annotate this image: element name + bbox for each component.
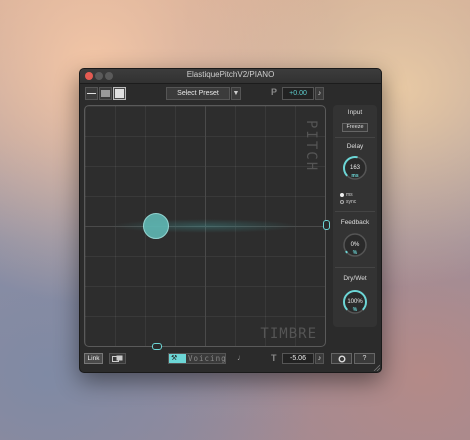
panel-divider [335, 211, 375, 212]
link-toggle-button[interactable] [109, 353, 126, 364]
delay-value: 163 [349, 165, 360, 171]
delay-mode-sync-radio[interactable] [340, 200, 344, 204]
view-large-icon [115, 89, 124, 98]
feedback-unit: % [352, 250, 358, 256]
view-small-icon [87, 93, 96, 94]
pitch-icon: P [271, 87, 278, 97]
view-medium-button[interactable] [99, 87, 112, 100]
delay-mode-sync-label: sync [346, 199, 357, 205]
delay-unit: ms [351, 173, 359, 179]
drywet-unit: % [352, 307, 358, 313]
voicing-tool-icon: ⚒ [171, 355, 178, 362]
title-bar[interactable]: ElastiquePitchV2/PIANO [80, 69, 381, 84]
voicing-slider[interactable]: ⚒ Voicing [168, 353, 226, 364]
delay-mode-sync-option[interactable]: sync [340, 199, 356, 205]
pitch-axis-label: PITCH [303, 120, 319, 173]
bottom-bar: Link ⚒ Voicing ♩ T -5.06 ♪ ? [80, 351, 381, 371]
feedback-value: 0% [350, 242, 360, 248]
toolbar: Select Preset ▼ P +0.00 ♪ [80, 84, 381, 106]
freeze-button[interactable]: Freeze [342, 123, 368, 132]
panel-divider [335, 267, 375, 268]
delay-title: Delay [346, 143, 364, 150]
view-large-button[interactable] [113, 87, 126, 100]
view-small-button[interactable] [85, 87, 98, 100]
feedback-title: Feedback [340, 219, 370, 226]
resize-grip-icon[interactable] [372, 363, 380, 371]
settings-button[interactable] [331, 353, 352, 364]
pad-glow-trail [110, 219, 300, 233]
delay-mode-ms-label: ms [346, 192, 353, 198]
panel-divider [335, 137, 375, 138]
link-icon [112, 355, 123, 362]
drywet-value: 100% [347, 299, 363, 305]
xy-pad[interactable]: PITCH TIMBRE [84, 105, 326, 347]
pitch-value-field[interactable]: +0.00 [282, 87, 314, 100]
timbre-note-button[interactable]: ♪ [315, 353, 324, 364]
drywet-title: Dry/Wet [343, 275, 367, 282]
preset-selector[interactable]: Select Preset [166, 87, 230, 100]
timbre-value-field[interactable]: -5.06 [282, 353, 314, 364]
pitch-note-button[interactable]: ♪ [315, 87, 324, 100]
view-medium-icon [101, 90, 110, 97]
delay-mode-ms-radio[interactable] [340, 193, 344, 197]
pitch-slider-handle[interactable] [323, 220, 330, 230]
side-panel: Input Freeze Delay 163 ms ms sync Feedba… [333, 105, 377, 327]
input-title: Input [347, 109, 363, 116]
timbre-icon: T [271, 353, 277, 363]
xy-pad-handle[interactable] [143, 213, 169, 239]
ring-icon [338, 355, 345, 363]
window-title: ElastiquePitchV2/PIANO [186, 70, 275, 79]
timbre-slider-handle[interactable] [152, 343, 162, 350]
voicing-label: Voicing [188, 354, 226, 363]
link-button[interactable]: Link [84, 353, 103, 364]
voicing-end-icon: ♩ [237, 353, 245, 362]
delay-mode-ms-option[interactable]: ms [340, 192, 353, 198]
preset-dropdown-arrow[interactable]: ▼ [231, 87, 241, 100]
timbre-axis-label: TIMBRE [260, 326, 317, 342]
view-size-buttons [85, 87, 127, 100]
plugin-window: ElastiquePitchV2/PIANO Select Preset ▼ P… [79, 68, 382, 373]
